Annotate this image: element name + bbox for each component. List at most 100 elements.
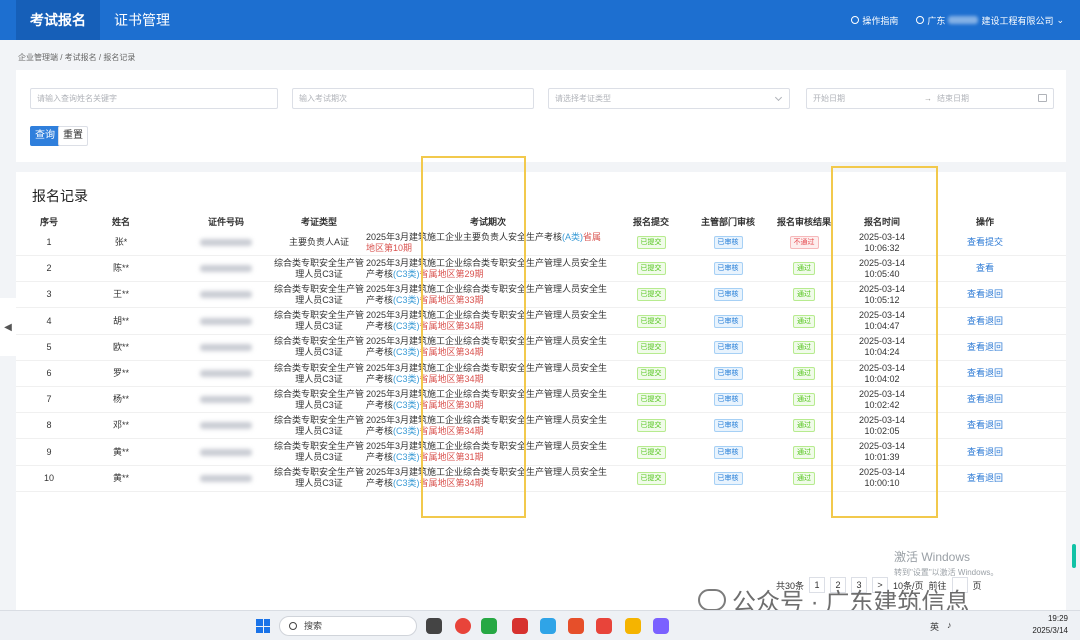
review-result-badge: 通过 [793, 262, 815, 276]
secondary-action-link[interactable]: 退回 [985, 316, 1003, 327]
search-button[interactable]: 查询 [30, 126, 60, 146]
secondary-action-link[interactable]: 退回 [985, 342, 1003, 353]
col-time: 报名时间 [863, 216, 900, 227]
row-submit: 已提交 [628, 466, 674, 491]
windows-start-icon[interactable] [256, 619, 270, 633]
period-area: 省属地区第34期 [419, 425, 484, 436]
row-dept: 已审核 [696, 335, 760, 360]
row-result: 通过 [772, 282, 836, 307]
task-view-icon[interactable] [426, 618, 442, 634]
row-period: 2025年3月建筑施工企业综合类专职安全生产管理人员安全生产考核(C3类)省属地… [366, 309, 610, 334]
row-no: 2 [46, 263, 52, 274]
top-nav: 考试报名 证书管理 操作指南 广东 建设工程有限公司 ⌄ [0, 0, 1080, 40]
view-link[interactable]: 查看 [967, 473, 985, 484]
period-class: (A类) [562, 231, 584, 242]
row-type: 综合类专职安全生产管理人员C3证 [273, 336, 364, 358]
row-dept: 已审核 [696, 466, 760, 491]
row-date: 2025-03-14 [858, 441, 906, 452]
col-no: 序号 [39, 216, 58, 227]
row-id-redacted [176, 466, 276, 491]
k-app-icon[interactable] [568, 618, 584, 634]
wechat-app-icon[interactable] [481, 618, 497, 634]
table-row: 5 欧** 综合类专职安全生产管理人员C3证 2025年3月建筑施工企业综合类专职安全… [16, 335, 1066, 361]
row-no: 9 [46, 446, 52, 457]
row-id-redacted [176, 309, 276, 334]
view-link[interactable]: 查看 [967, 394, 985, 405]
row-no: 7 [46, 394, 52, 405]
dept-review-badge: 已审核 [713, 393, 743, 407]
id-number-redaction [200, 317, 252, 325]
certificate-type-select[interactable]: 请选择考证类型 [548, 88, 790, 109]
folder-icon[interactable] [625, 618, 641, 634]
secondary-action-link[interactable]: 退回 [985, 289, 1003, 300]
view-link[interactable]: 查看 [967, 447, 985, 458]
row-date: 2025-03-14 [858, 414, 906, 425]
period-main: 2025年3月建筑施工企业主要负责人安全生产考核 [366, 231, 563, 242]
row-period: 2025年3月建筑施工企业综合类专职安全生产管理人员安全生产考核(C3类)省属地… [366, 387, 610, 412]
tab-certificate-management[interactable]: 证书管理 [100, 0, 184, 40]
id-number-redaction [200, 291, 252, 299]
activation-title: 激活 Windows [894, 550, 971, 564]
table-row: 10 黄** 综合类专职安全生产管理人员C3证 2025年3月建筑施工企业综合类专职安… [16, 466, 1066, 492]
secondary-action-link[interactable]: 退回 [985, 447, 1003, 458]
row-clock: 10:06:32 [864, 242, 900, 253]
row-submit: 已提交 [628, 282, 674, 307]
row-no: 1 [46, 237, 52, 247]
view-link[interactable]: 查看 [976, 263, 994, 274]
row-time: 2025-03-14 10:06:32 [850, 230, 914, 255]
row-dept: 已审核 [696, 282, 760, 307]
reset-button[interactable]: 重置 [58, 126, 88, 146]
id-number-redaction [200, 474, 252, 482]
view-link[interactable]: 查看 [967, 237, 985, 248]
view-link[interactable]: 查看 [967, 289, 985, 300]
windows-activation-notice: 激活 Windows 转到"设置"以激活 Windows。 [894, 548, 998, 578]
browser-icon[interactable] [596, 618, 612, 634]
row-result: 通过 [772, 309, 836, 334]
speaker-icon[interactable]: ♪ [947, 620, 952, 633]
secondary-action-link[interactable]: 退回 [985, 420, 1003, 431]
view-link[interactable]: 查看 [967, 316, 985, 327]
dept-review-badge: 已审核 [713, 367, 743, 380]
row-period: 2025年3月建筑施工企业综合类专职安全生产管理人员安全生产考核(C3类)省属地… [366, 335, 610, 360]
secondary-action-link[interactable]: 退回 [985, 394, 1003, 405]
collapse-sidebar-button[interactable]: ◀ [0, 298, 16, 356]
help-link[interactable]: 操作指南 [851, 14, 898, 27]
view-link[interactable]: 查看 [967, 368, 985, 379]
taskbar-search[interactable]: 搜索 [279, 616, 417, 636]
view-link[interactable]: 查看 [967, 420, 985, 431]
row-submit: 已提交 [628, 256, 674, 281]
wps-icon[interactable] [512, 618, 528, 634]
view-link[interactable]: 查看 [967, 342, 985, 353]
chrome-icon[interactable] [455, 618, 471, 634]
row-name: 王** [112, 289, 129, 300]
clock[interactable]: 19:29 2025/3/14 [1032, 613, 1068, 637]
row-result: 通过 [772, 387, 836, 412]
row-date: 2025-03-14 [858, 310, 906, 321]
edge-icon[interactable] [540, 618, 556, 634]
row-type: 综合类专职安全生产管理人员C3证 [273, 388, 364, 410]
row-type: 综合类专职安全生产管理人员C3证 [273, 467, 364, 489]
secondary-action-link[interactable]: 退回 [985, 473, 1003, 484]
keyword-search-input[interactable]: 请输入查询姓名关键字 [30, 88, 278, 109]
row-clock: 10:04:02 [864, 373, 900, 384]
row-id-redacted [176, 230, 276, 255]
company-menu[interactable]: 广东 建设工程有限公司 ⌄ [916, 14, 1064, 27]
date-range-picker[interactable]: 开始日期 → 结束日期 [806, 88, 1054, 109]
row-clock: 10:04:24 [864, 347, 900, 358]
secondary-action-link[interactable]: 退回 [985, 368, 1003, 379]
period-input[interactable]: 输入考试期次 [292, 88, 534, 109]
row-clock: 10:04:47 [864, 321, 900, 332]
dept-review-badge: 已审核 [713, 262, 743, 276]
language-indicator[interactable]: 英 [930, 620, 939, 633]
tab-exam-registration[interactable]: 考试报名 [16, 0, 100, 40]
row-actions: 查看 退回 [946, 440, 1024, 465]
ai-app-icon[interactable] [653, 618, 669, 634]
period-class: (C3类) [393, 347, 420, 358]
submit-status-badge: 已提交 [636, 314, 666, 328]
period-class: (C3类) [393, 268, 420, 279]
period-area: 省属地区第34期 [419, 373, 484, 384]
review-result-badge: 通过 [793, 288, 815, 302]
scrollbar-indicator[interactable] [1072, 544, 1076, 568]
company-prefix: 广东 [927, 15, 946, 26]
secondary-action-link[interactable]: 提交 [985, 237, 1003, 248]
